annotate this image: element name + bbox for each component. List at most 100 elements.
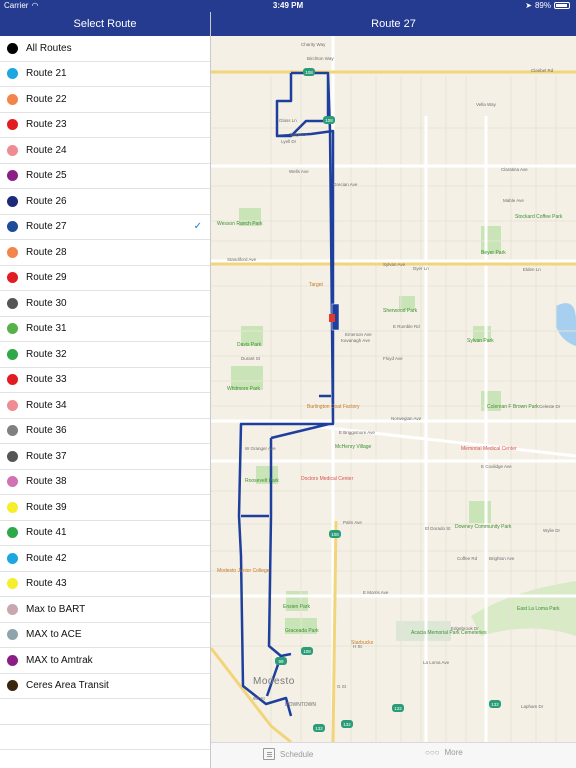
street-label: Emerson Ave: [345, 332, 372, 337]
route-label: Route 41: [26, 527, 67, 539]
route-list-item[interactable]: MAX to Amtrak: [0, 648, 210, 674]
route-color-dot: [7, 221, 18, 233]
route-label: Route 31: [26, 323, 67, 335]
route-list-item[interactable]: Route 29: [0, 266, 210, 291]
street-label: Coffee Rd: [457, 556, 478, 561]
route-list-item[interactable]: Route 33: [0, 368, 210, 393]
route-list-item[interactable]: MAX to ACE: [0, 623, 210, 648]
route-label: Max to BART: [26, 603, 86, 615]
park-label: Stockard Coffee Park: [515, 214, 563, 220]
route-list-item[interactable]: Route 30: [0, 291, 210, 317]
schedule-label: Schedule: [280, 749, 314, 759]
map-canvas: 108 108 108 108 99 132 132 132 132: [211, 36, 576, 742]
highway-shield-label: 108: [305, 70, 313, 75]
more-button[interactable]: ○○○ More: [425, 748, 463, 757]
highway-shield-label: 132: [491, 702, 499, 707]
battery-percent: 89%: [534, 1, 551, 10]
route-label: Route 23: [26, 119, 67, 131]
route-list-item[interactable]: Route 37: [0, 444, 210, 470]
highway-shield-label: 132: [343, 722, 351, 727]
status-right: ➤ 89%: [525, 1, 570, 10]
route-map[interactable]: 108 108 108 108 99 132 132 132 132 Charity Way B…: [211, 36, 576, 742]
highway-shield-label: 108: [303, 649, 311, 654]
route-color-dot: [7, 680, 18, 692]
route-list-item[interactable]: Route 27 ✓: [0, 215, 210, 240]
route-color-dot: [7, 246, 18, 258]
street-label: Standiford Ave: [227, 257, 257, 262]
route-list-item[interactable]: Route 38: [0, 470, 210, 495]
street-label: E Briggsmore Ave: [339, 430, 375, 435]
park-label: Downey Community Park: [455, 524, 512, 530]
schedule-button[interactable]: Schedule: [263, 748, 313, 760]
route-color-dot: [7, 552, 18, 564]
park-label: McHenry Village: [335, 444, 372, 450]
route-list-item[interactable]: Route 31: [0, 317, 210, 342]
medical-label: Memorial Medical Center: [461, 446, 517, 452]
street-label: Charity Way: [301, 42, 326, 47]
route-list-item[interactable]: All Routes: [0, 36, 210, 62]
route-list-item[interactable]: Route 21: [0, 62, 210, 87]
downtown-label: DOWNTOWN: [285, 702, 317, 708]
route-list-item[interactable]: Route 39: [0, 495, 210, 521]
street-label: Wells Ave: [289, 169, 309, 174]
route-color-dot: [7, 272, 18, 284]
status-time: 3:49 PM: [272, 1, 304, 10]
street-label: Kavanagh Ave: [341, 338, 370, 343]
route-label: MAX to Amtrak: [26, 654, 93, 666]
route-color-dot: [7, 501, 18, 513]
poi-label: Target: [309, 282, 323, 288]
street-label: Floyd Ave: [383, 356, 403, 361]
route-list-item[interactable]: Ceres Area Transit: [0, 674, 210, 699]
park-area: [469, 501, 491, 523]
more-label: More: [444, 748, 463, 757]
street-label: E Coolidge Ave: [481, 464, 512, 469]
route-list-item[interactable]: Route 22: [0, 87, 210, 113]
city-label: Modesto: [253, 676, 295, 687]
poi-label: Starbucks: [351, 640, 374, 646]
street-label: Celeste Dr: [539, 404, 561, 409]
route-color-dot: [7, 170, 18, 182]
street-label: Vella Way: [476, 102, 496, 107]
location-arrow-icon: ➤: [525, 1, 532, 10]
battery-fill: [556, 4, 567, 7]
park-label: Wesson Ranch Park: [217, 221, 263, 227]
route-label: Route 32: [26, 348, 67, 360]
route-list-item[interactable]: Route 24: [0, 138, 210, 164]
route-color-dot: [7, 450, 18, 462]
lake-area: [556, 303, 576, 346]
route-label: Route 25: [26, 170, 67, 182]
route-list-item[interactable]: Route 23: [0, 113, 210, 138]
major-streets: [211, 36, 576, 742]
route-list-item[interactable]: Route 34: [0, 393, 210, 419]
route-color-dot: [7, 144, 18, 156]
checkmark-icon: ✓: [193, 220, 202, 232]
route-label: MAX to ACE: [26, 629, 82, 641]
street-label: Grecian Ave: [333, 182, 358, 187]
bus-vehicle-icon[interactable]: [329, 314, 335, 322]
route-list-item[interactable]: Route 28: [0, 240, 210, 266]
route-color-dot: [7, 578, 18, 590]
route-label: Route 33: [26, 374, 67, 386]
park-label: Ensien Park: [283, 604, 310, 610]
route-label: Route 27: [26, 221, 67, 233]
route-label: Route 30: [26, 297, 67, 309]
route-list-item[interactable]: Route 25: [0, 164, 210, 189]
route-list-item[interactable]: Route 41: [0, 521, 210, 546]
route-list-item[interactable]: Max to BART: [0, 597, 210, 623]
route-list-item[interactable]: Route 32: [0, 342, 210, 368]
route-label: All Routes: [26, 42, 72, 54]
route-list-item[interactable]: Route 43: [0, 572, 210, 597]
route-color-dot: [7, 93, 18, 105]
route-list-item[interactable]: Route 42: [0, 546, 210, 572]
route-list-item[interactable]: Route 26: [0, 189, 210, 215]
street-label: Sylvan Ave: [383, 262, 406, 267]
street-label: Lyell Dr: [281, 139, 297, 144]
street-label: Mable Ave: [503, 198, 524, 203]
empty-row: [0, 699, 210, 725]
route-list-item[interactable]: Route 36: [0, 419, 210, 444]
street-label: La Loma Ave: [423, 660, 450, 665]
more-icon: ○○○: [425, 748, 440, 757]
route-color-dot: [7, 323, 18, 335]
route-label: Route 42: [26, 552, 67, 564]
highway-shield-label: 132: [315, 726, 323, 731]
